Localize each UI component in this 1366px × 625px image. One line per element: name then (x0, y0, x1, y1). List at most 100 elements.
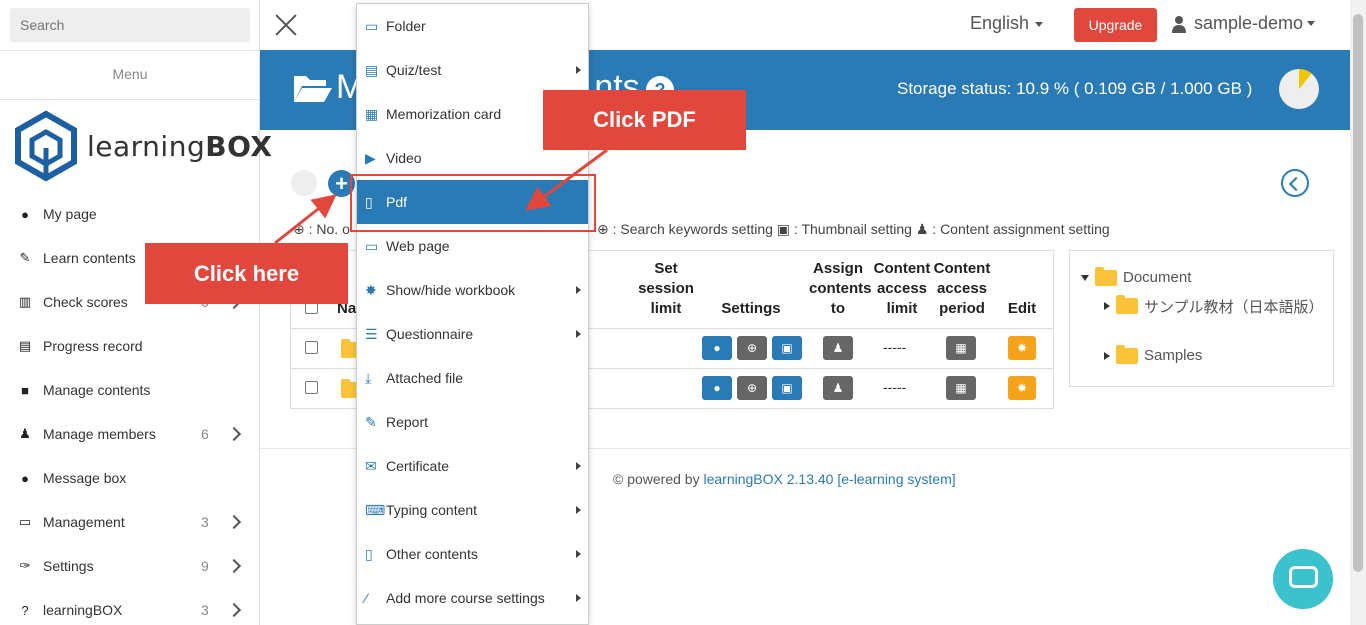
search-keywords-icon[interactable]: ⊕ (737, 376, 767, 400)
learningbox-logo[interactable]: learningBOX (14, 110, 272, 182)
gear-icon[interactable]: ✸ (1008, 336, 1036, 360)
line-chart-icon: ▤ (18, 338, 32, 353)
column-header-access-period: Content access period (933, 260, 991, 317)
caret-down-icon (1081, 275, 1089, 281)
sidebar-item-label: learningBOX (43, 602, 123, 618)
menu-item-label: Certificate (386, 458, 450, 474)
column-header-access-limit: Content access limit (873, 260, 931, 317)
calendar-icon[interactable]: ▦ (946, 336, 976, 360)
gear-icon[interactable]: ✸ (1008, 376, 1036, 400)
user-icon: ● (21, 206, 29, 222)
menu-item-attached-file[interactable]: ⤓ Attached file (357, 356, 588, 400)
row-checkbox[interactable] (305, 341, 318, 354)
edit-file-icon: ✎ (365, 414, 377, 430)
menu-item-folder[interactable]: ▭ Folder (357, 4, 588, 48)
sidebar-item-message-box[interactable]: ● Message box (0, 456, 260, 500)
thumbnail-icon[interactable]: ▣ (772, 376, 802, 400)
sidebar: Menu learningBOX ● My page ✎ Learn contents… (0, 0, 272, 625)
language-selector[interactable]: English (970, 13, 1044, 34)
submenu-arrow-icon (576, 550, 581, 558)
sidebar-item-label: Management (43, 514, 125, 530)
storage-pie-chart (1279, 69, 1319, 109)
submenu-arrow-icon (576, 462, 581, 470)
menu-item-quiz-test[interactable]: ▤ Quiz/test (357, 48, 588, 92)
folder-icon (1116, 295, 1138, 314)
bar-chart-icon: ▥ (18, 294, 32, 309)
sidebar-item-label: Settings (43, 558, 94, 574)
submenu-arrow-icon (576, 506, 581, 514)
menu-item-certificate[interactable]: ✉ Certificate (357, 444, 588, 488)
column-header-session: Set session limit (638, 260, 694, 317)
chevron-right-icon[interactable] (226, 602, 242, 618)
menu-item-report[interactable]: ✎ Report (357, 400, 588, 444)
back-arrow-icon[interactable] (1281, 169, 1309, 197)
gear-icon: ✸ (365, 282, 377, 298)
sidebar-item-label: Manage members (43, 426, 156, 442)
menu-item-label: Web page (386, 238, 450, 254)
tree-node-child[interactable]: サンプル教材（日本語版） (1104, 295, 1324, 318)
menu-item-typing-content[interactable]: ⌨ Typing content (357, 488, 588, 532)
divider (0, 50, 260, 51)
sidebar-item-learningbox[interactable]: ? learningBOX 3 (0, 588, 260, 625)
keyboard-icon: ⌨ (365, 502, 386, 518)
footer-link[interactable]: learningBOX 2.13.40 [e-learning system] (703, 471, 955, 487)
close-icon[interactable] (274, 12, 298, 36)
road-icon: ⁄ (365, 590, 368, 606)
row-checkbox[interactable] (305, 381, 318, 394)
chevron-right-icon[interactable] (226, 514, 242, 530)
submenu-arrow-icon (576, 594, 581, 602)
comment-icon[interactable]: ● (702, 376, 732, 400)
menu-item-add-more-course-settings[interactable]: ⁄ Add more course settings (357, 576, 588, 620)
column-header-settings: Settings (721, 300, 781, 317)
scrollbar-thumb[interactable] (1353, 14, 1363, 572)
menu-item-other-contents[interactable]: ▯ Other contents (357, 532, 588, 576)
folder-tree: Document サンプル教材（日本語版） Samples (1069, 250, 1334, 387)
scrollbar[interactable] (1350, 0, 1366, 625)
chevron-right-icon[interactable] (226, 558, 242, 574)
folder-open-icon (294, 76, 332, 102)
sidebar-item-progress-record[interactable]: ▤ Progress record (0, 324, 260, 368)
sidebar-item-count: 6 (201, 426, 209, 442)
search-input[interactable] (10, 8, 250, 42)
tree-node-document[interactable]: Document (1081, 267, 1191, 286)
search-keywords-icon[interactable]: ⊕ (737, 336, 767, 360)
wrench-icon: ✑ (19, 558, 31, 573)
file-icon: ▯ (365, 546, 373, 562)
assign-users-icon[interactable]: ♟ (823, 336, 853, 360)
thumbnail-icon[interactable]: ▣ (772, 336, 802, 360)
submenu-arrow-icon (576, 330, 581, 338)
sidebar-item-count: 3 (201, 602, 209, 618)
caret-right-icon (1104, 352, 1110, 360)
comment-icon[interactable]: ● (702, 336, 732, 360)
assign-users-icon[interactable]: ♟ (823, 376, 853, 400)
menu-item-questionnaire[interactable]: ☰ Questionnaire (357, 312, 588, 356)
calendar-icon[interactable]: ▦ (946, 376, 976, 400)
upgrade-button[interactable]: Upgrade (1074, 8, 1157, 42)
sidebar-item-my-page[interactable]: ● My page (0, 192, 260, 236)
up-folder-button[interactable] (291, 170, 317, 196)
sidebar-item-manage-members[interactable]: ♟ Manage members 6 (0, 412, 260, 456)
menu-item-label: Other contents (386, 546, 478, 562)
sidebar-item-manage-contents[interactable]: ■ Manage contents (0, 368, 260, 412)
list-icon: ☰ (365, 326, 378, 342)
folder-icon (1095, 267, 1117, 286)
folder-icon (1116, 345, 1138, 364)
menu-item-label: Report (386, 414, 429, 430)
footer: © powered by learningBOX 2.13.40 [e-lear… (613, 471, 956, 487)
chevron-right-icon[interactable] (226, 426, 242, 442)
sidebar-item-management[interactable]: ▭ Management 3 (0, 500, 260, 544)
menu-item-label: Add more course settings (386, 590, 545, 606)
tree-node-child[interactable]: Samples (1104, 345, 1202, 364)
question-icon: ? (21, 602, 29, 618)
chat-button[interactable] (1273, 549, 1333, 609)
logo-text: learningBOX (87, 130, 273, 163)
caret-down-icon (1307, 21, 1316, 26)
user-menu[interactable]: sample-demo (1172, 13, 1316, 34)
sidebar-item-settings[interactable]: ✑ Settings 9 (0, 544, 260, 588)
folder-icon: ■ (21, 382, 29, 398)
menu-item-show-hide-workbook[interactable]: ✸ Show/hide workbook (357, 268, 588, 312)
caret-down-icon (1035, 21, 1044, 27)
storage-status: Storage status: 10.9 % ( 0.109 GB / 1.00… (897, 79, 1253, 98)
submenu-arrow-icon (576, 286, 581, 294)
callout-click-here: Click here (145, 243, 348, 304)
